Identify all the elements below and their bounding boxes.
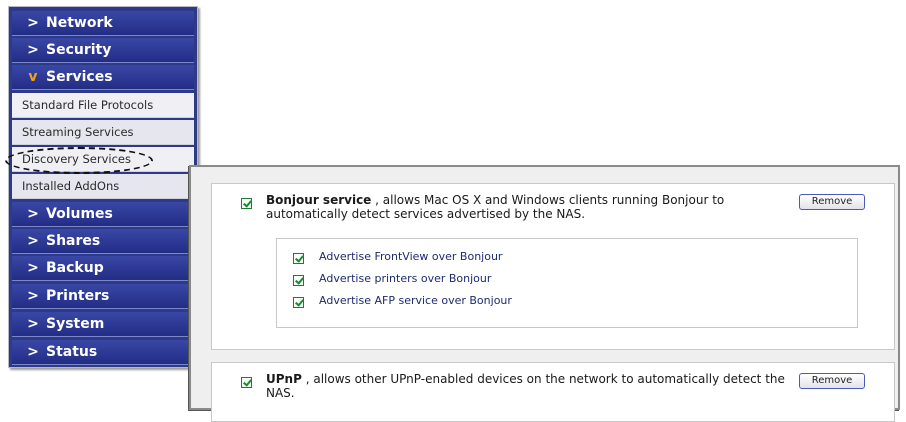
chevron-right-icon: > xyxy=(27,15,39,31)
bonjour-section: Bonjour service , allows Mac OS X and Wi… xyxy=(211,183,895,350)
chevron-down-icon: v xyxy=(28,69,38,85)
upnp-section: UPnP , allows other UPnP-enabled devices… xyxy=(211,362,895,422)
sidebar-subitem-installed-addons[interactable]: Installed AddOns xyxy=(12,174,194,199)
sidebar-item-status[interactable]: > Status xyxy=(12,340,194,365)
upnp-description: UPnP , allows other UPnP-enabled devices… xyxy=(266,372,786,400)
chevron-right-icon: > xyxy=(27,288,39,304)
sidebar-item-network[interactable]: > Network xyxy=(12,11,194,36)
sidebar-item-label: Network xyxy=(46,15,113,31)
chevron-right-icon: > xyxy=(27,344,39,360)
chevron-right-icon: > xyxy=(27,206,39,222)
chevron-right-icon: > xyxy=(27,42,39,58)
sidebar-item-shares[interactable]: > Shares xyxy=(12,229,194,254)
chevron-right-icon: > xyxy=(27,233,39,249)
sidebar-subitem-standard-file-protocols[interactable]: Standard File Protocols xyxy=(12,93,194,118)
option-printers-checkbox[interactable] xyxy=(293,275,304,286)
sidebar-subitem-streaming-services[interactable]: Streaming Services xyxy=(12,120,194,145)
option-afp-label: Advertise AFP service over Bonjour xyxy=(319,294,512,307)
sidebar-item-label: System xyxy=(46,316,105,332)
sidebar-item-label: Printers xyxy=(46,288,110,304)
sidebar-item-printers[interactable]: > Printers xyxy=(12,284,194,309)
sidebar-item-label: Services xyxy=(46,69,113,85)
chevron-right-icon: > xyxy=(27,316,39,332)
option-frontview-checkbox[interactable] xyxy=(293,253,304,264)
upnp-description-text: , allows other UPnP-enabled devices on t… xyxy=(266,372,785,400)
sidebar-item-volumes[interactable]: > Volumes xyxy=(12,202,194,227)
sidebar-item-security[interactable]: > Security xyxy=(12,38,194,63)
bonjour-checkbox[interactable] xyxy=(241,198,252,209)
option-printers-label: Advertise printers over Bonjour xyxy=(319,272,492,285)
bonjour-options-box: Advertise FrontView over Bonjour Adverti… xyxy=(276,238,858,328)
upnp-title: UPnP xyxy=(266,372,302,386)
option-afp-checkbox[interactable] xyxy=(293,297,304,308)
upnp-remove-button[interactable]: Remove xyxy=(799,373,865,389)
option-frontview-label: Advertise FrontView over Bonjour xyxy=(319,250,503,263)
sidebar-item-label: Status xyxy=(46,344,98,360)
chevron-right-icon: > xyxy=(27,260,39,276)
sidebar-item-label: Volumes xyxy=(46,206,113,222)
bonjour-description: Bonjour service , allows Mac OS X and Wi… xyxy=(266,193,786,221)
services-panel: Bonjour service , allows Mac OS X and Wi… xyxy=(189,165,900,422)
sidebar-item-label: Shares xyxy=(46,233,101,249)
bonjour-remove-button[interactable]: Remove xyxy=(799,194,865,210)
bonjour-title: Bonjour service xyxy=(266,193,372,207)
sidebar-item-services[interactable]: v Services xyxy=(12,65,194,90)
sidebar-menu: > Network > Security v Services Standard Fi… xyxy=(8,6,198,368)
sidebar-item-label: Security xyxy=(46,42,112,58)
sidebar-item-backup[interactable]: > Backup xyxy=(12,256,194,281)
sidebar-item-system[interactable]: > System xyxy=(12,312,194,337)
sidebar-item-label: Backup xyxy=(46,260,104,276)
upnp-checkbox[interactable] xyxy=(241,377,252,388)
highlight-ellipse xyxy=(5,147,153,174)
